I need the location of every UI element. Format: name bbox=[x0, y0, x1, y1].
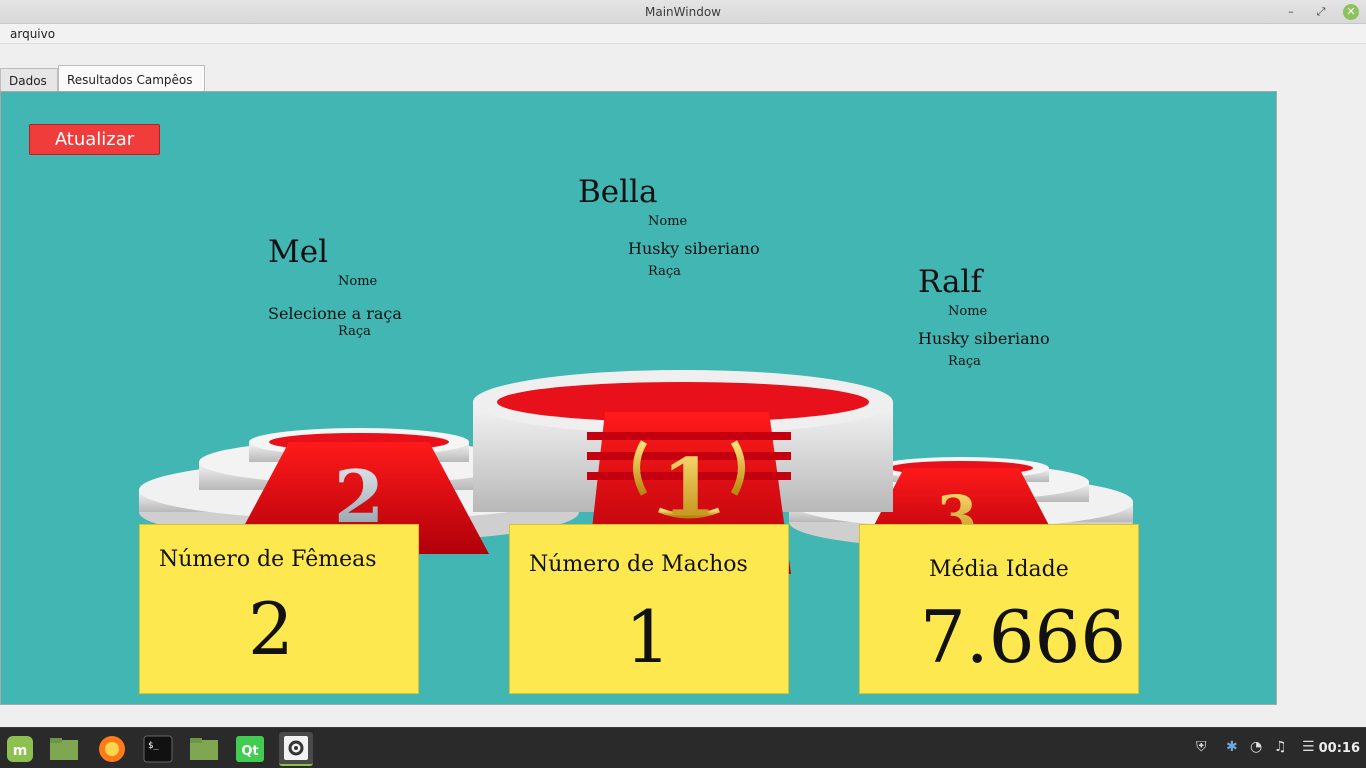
first-place-name-caption: Nome bbox=[648, 214, 688, 229]
menu-arquivo[interactable]: arquivo bbox=[10, 27, 55, 41]
third-place-name: Ralf bbox=[918, 264, 982, 300]
females-count-card: Número de Fêmeas 2 bbox=[139, 524, 419, 694]
females-count-value: 2 bbox=[248, 587, 294, 671]
second-place-breed-caption: Raça bbox=[338, 324, 371, 339]
folder-icon[interactable] bbox=[187, 732, 221, 766]
clock[interactable]: 00:16 bbox=[1319, 741, 1360, 756]
third-place-breed: Husky siberiano bbox=[918, 329, 1050, 348]
tab-resultados-campeos[interactable]: Resultados Campêos bbox=[58, 65, 205, 93]
tab-dados[interactable]: Dados bbox=[0, 68, 58, 92]
bluetooth-icon[interactable]: ✱ bbox=[1226, 739, 1238, 755]
window-title: MainWindow bbox=[645, 5, 721, 19]
settings-icon[interactable] bbox=[279, 732, 313, 766]
males-count-label: Número de Machos bbox=[529, 552, 748, 577]
svg-text:$_: $_ bbox=[148, 741, 159, 751]
volume-icon[interactable]: ♫ bbox=[1274, 739, 1287, 755]
males-count-value: 1 bbox=[625, 595, 671, 679]
svg-text:Qt: Qt bbox=[241, 744, 258, 759]
shield-icon[interactable]: ⛨ bbox=[1196, 739, 1207, 755]
results-panel: Atualizar 2 3 1 Bella Nome Husky siberia… bbox=[0, 91, 1277, 705]
taskbar: m $_ Qt ⛨ ✱ ◔ ♫ ☰ 00:16 bbox=[0, 727, 1366, 768]
svg-text:m: m bbox=[13, 743, 28, 759]
average-age-label: Média Idade bbox=[929, 557, 1069, 582]
second-place-name: Mel bbox=[268, 234, 329, 270]
average-age-card: Média Idade 7.666 bbox=[859, 524, 1139, 694]
second-place-name-caption: Nome bbox=[338, 274, 378, 289]
menubar: arquivo bbox=[0, 24, 1366, 44]
third-place-name-caption: Nome bbox=[948, 304, 988, 319]
males-count-card: Número de Machos 1 bbox=[509, 524, 789, 694]
first-place-name: Bella bbox=[578, 174, 658, 210]
window-titlebar: MainWindow – ⤢ ✕ bbox=[0, 0, 1366, 24]
refresh-button[interactable]: Atualizar bbox=[29, 124, 160, 155]
average-age-value: 7.666 bbox=[920, 595, 1127, 679]
maximize-icon[interactable]: ⤢ bbox=[1313, 4, 1329, 20]
close-icon[interactable]: ✕ bbox=[1343, 4, 1359, 20]
first-place-breed-caption: Raça bbox=[648, 264, 681, 279]
minimize-icon[interactable]: – bbox=[1283, 4, 1299, 20]
wifi-icon[interactable]: ◔ bbox=[1250, 739, 1262, 755]
clipboard-icon[interactable]: ☰ bbox=[1302, 739, 1315, 755]
mint-menu-icon[interactable]: m bbox=[3, 732, 37, 766]
firefox-icon[interactable] bbox=[95, 732, 129, 766]
terminal-icon[interactable]: $_ bbox=[141, 732, 175, 766]
second-place-breed: Selecione a raça bbox=[268, 304, 402, 323]
females-count-label: Número de Fêmeas bbox=[159, 547, 377, 572]
third-place-breed-caption: Raça bbox=[948, 354, 981, 369]
qt-creator-icon[interactable]: Qt bbox=[233, 732, 267, 766]
first-place-breed: Husky siberiano bbox=[628, 239, 760, 258]
files-folder-icon[interactable] bbox=[47, 732, 81, 766]
rank-1-numeral: 1 bbox=[662, 442, 716, 533]
